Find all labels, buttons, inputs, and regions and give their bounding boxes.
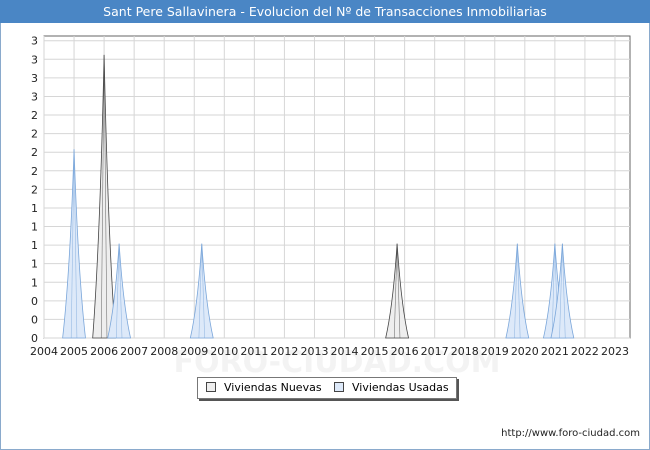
y-tick-label: 2 <box>31 128 38 141</box>
y-tick-label: 1 <box>31 239 38 252</box>
x-tick-label: 2012 <box>270 345 298 358</box>
y-tick-label: 3 <box>31 90 38 103</box>
x-tick-label: 2018 <box>451 345 479 358</box>
x-tick-label: 2005 <box>60 345 88 358</box>
legend-swatch-usadas <box>334 382 344 392</box>
y-tick-label: 0 <box>31 295 38 308</box>
y-tick-label: 1 <box>31 202 38 215</box>
x-tick-label: 2015 <box>361 345 389 358</box>
x-tick-label: 2014 <box>331 345 359 358</box>
y-tick-label: 2 <box>31 109 38 122</box>
plot-area <box>43 35 631 339</box>
x-tick-label: 2021 <box>541 345 569 358</box>
footer-url[interactable]: http://www.foro-ciudad.com <box>501 428 640 439</box>
y-tick-label: 1 <box>31 258 38 271</box>
x-tick-label: 2020 <box>511 345 539 358</box>
legend: Viviendas Nuevas Viviendas Usadas <box>197 377 457 399</box>
y-tick-label: 3 <box>31 53 38 66</box>
legend-item-nuevas: Viviendas Nuevas <box>206 378 322 398</box>
x-tick-label: 2007 <box>120 345 148 358</box>
y-tick-label: 0 <box>31 313 38 326</box>
x-tick-label: 2019 <box>481 345 509 358</box>
y-tick-label: 1 <box>31 276 38 289</box>
x-tick-label: 2017 <box>421 345 449 358</box>
x-tick-label: 2008 <box>150 345 178 358</box>
legend-label-usadas: Viviendas Usadas <box>352 381 449 394</box>
y-tick-label: 1 <box>31 221 38 234</box>
x-tick-label: 2006 <box>90 345 118 358</box>
x-tick-label: 2011 <box>240 345 268 358</box>
x-tick-label: 2022 <box>571 345 599 358</box>
x-tick-label: 2016 <box>391 345 419 358</box>
y-tick-label: 2 <box>31 165 38 178</box>
y-tick-label: 3 <box>31 72 38 85</box>
y-tick-label: 0 <box>31 332 38 345</box>
x-tick-label: 2023 <box>601 345 629 358</box>
x-tick-label: 2010 <box>210 345 238 358</box>
x-tick-label: 2013 <box>300 345 328 358</box>
x-tick-label: 2004 <box>30 345 58 358</box>
legend-swatch-nuevas <box>206 382 216 392</box>
y-tick-label: 2 <box>31 183 38 196</box>
y-tick-label: 3 <box>31 35 38 48</box>
legend-label-nuevas: Viviendas Nuevas <box>224 381 322 394</box>
y-tick-label: 2 <box>31 146 38 159</box>
legend-item-usadas: Viviendas Usadas <box>334 378 449 398</box>
x-tick-label: 2009 <box>180 345 208 358</box>
